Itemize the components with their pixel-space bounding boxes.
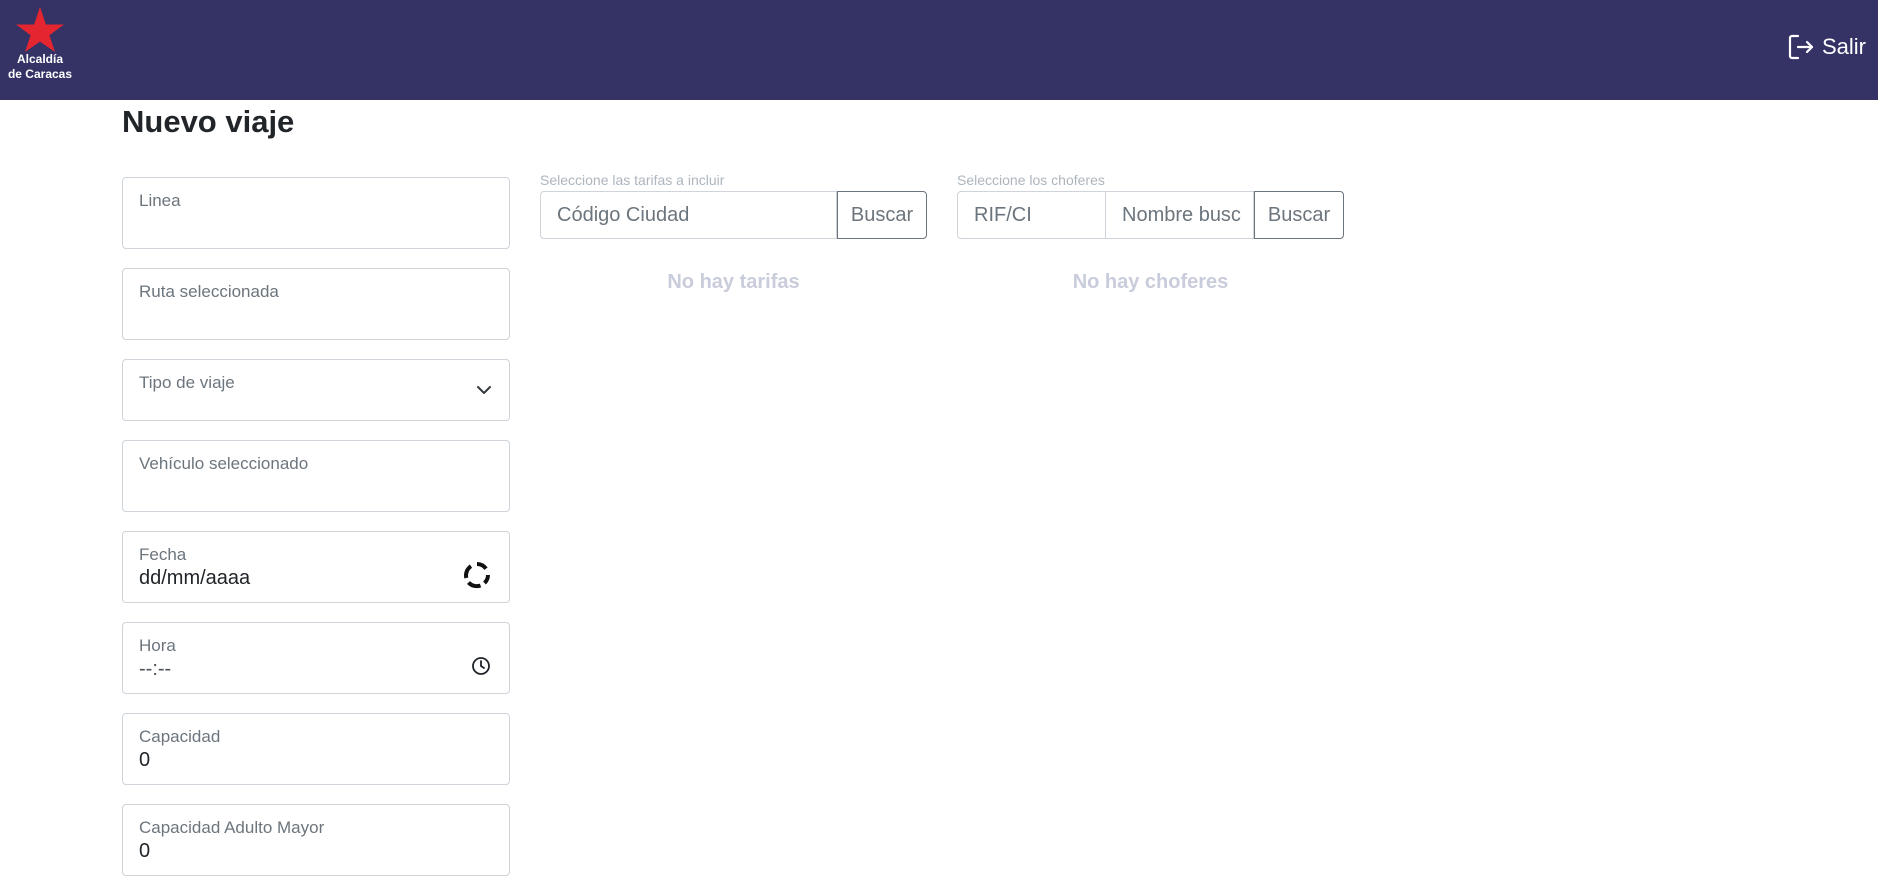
capacidad-field[interactable]: Capacidad 0: [122, 713, 510, 785]
tipo-de-viaje-select[interactable]: Tipo de viaje: [122, 359, 510, 421]
fecha-value: dd/mm/aaaa: [139, 567, 251, 589]
choferes-caption: Seleccione los choferes: [957, 172, 1105, 188]
tarifas-search-group: Código Ciudad Buscar: [540, 191, 927, 239]
top-navbar: Alcaldía de Caracas Salir: [0, 0, 1878, 100]
clock-icon[interactable]: [471, 656, 491, 676]
logout-icon: [1788, 34, 1814, 60]
linea-label: Linea: [139, 191, 181, 210]
capacidad-value: 0: [139, 749, 151, 771]
page-title: Nuevo viaje: [122, 104, 295, 139]
logo-text-line2: de Caracas: [7, 67, 73, 81]
ruta-seleccionada-field[interactable]: Ruta seleccionada: [122, 268, 510, 340]
tarifas-empty-message: No hay tarifas: [667, 271, 800, 293]
tarifas-caption: Seleccione las tarifas a incluir: [540, 172, 725, 188]
choferes-search-group: RIF/CI Nombre busc Buscar: [957, 191, 1344, 239]
fecha-field[interactable]: Fecha dd/mm/aaaa: [122, 531, 510, 603]
logo-text-line1: Alcaldía: [16, 52, 64, 66]
chevron-down-icon[interactable]: [477, 385, 491, 395]
loading-spinner-icon[interactable]: [463, 561, 491, 589]
capacidad-label: Capacidad: [139, 727, 221, 746]
nombre-search-input[interactable]: Nombre busc: [1106, 191, 1254, 239]
capacidad-adulto-mayor-field[interactable]: Capacidad Adulto Mayor 0: [122, 804, 510, 876]
ruta-label: Ruta seleccionada: [139, 282, 279, 301]
capacidad-adulto-value: 0: [139, 840, 151, 862]
choferes-search-button[interactable]: Buscar: [1254, 191, 1344, 239]
star-icon: [16, 7, 64, 52]
logout-button[interactable]: Salir: [1788, 30, 1866, 64]
fecha-label: Fecha: [139, 545, 187, 564]
hora-value: --:--: [139, 658, 172, 680]
tipo-label: Tipo de viaje: [139, 373, 235, 392]
vehiculo-label: Vehículo seleccionado: [139, 454, 309, 473]
hora-field[interactable]: Hora --:--: [122, 622, 510, 694]
codigo-ciudad-input[interactable]: Código Ciudad: [540, 191, 837, 239]
rif-ci-input[interactable]: RIF/CI: [957, 191, 1106, 239]
hora-label: Hora: [139, 636, 176, 655]
alcaldia-logo[interactable]: Alcaldía de Caracas: [4, 6, 76, 82]
linea-field[interactable]: Linea: [122, 177, 510, 249]
logout-label: Salir: [1821, 34, 1866, 59]
choferes-empty-message: No hay choferes: [1072, 271, 1229, 293]
vehiculo-seleccionado-field[interactable]: Vehículo seleccionado: [122, 440, 510, 512]
tarifas-search-button[interactable]: Buscar: [837, 191, 927, 239]
capacidad-adulto-label: Capacidad Adulto Mayor: [139, 818, 325, 837]
